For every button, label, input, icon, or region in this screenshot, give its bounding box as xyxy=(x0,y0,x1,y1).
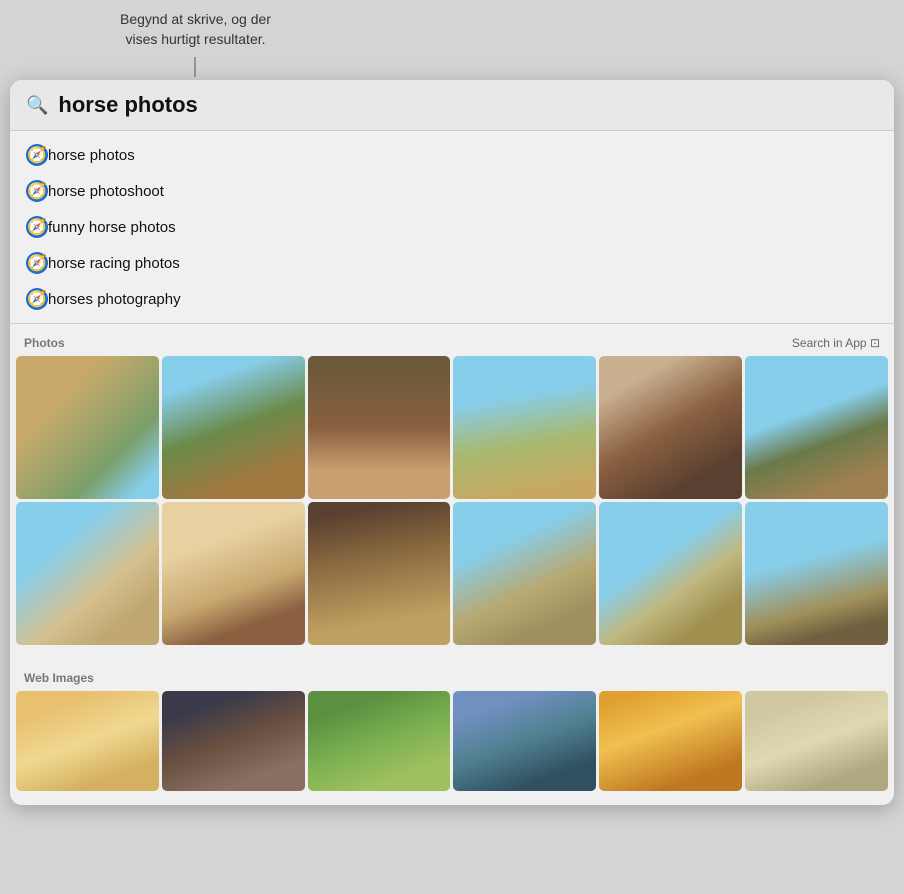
suggestion-text: horse photoshoot xyxy=(48,183,164,200)
web-image-cell[interactable] xyxy=(308,691,451,791)
search-bar: 🔍 horse photos xyxy=(10,80,894,131)
web-images-section: Web Images xyxy=(10,659,894,805)
suggestion-text: horse racing photos xyxy=(48,255,180,272)
photos-grid xyxy=(10,356,894,651)
tooltip-arrow xyxy=(195,57,196,77)
search-in-app-button[interactable]: Search in App ⊡ xyxy=(792,336,880,350)
web-image-cell[interactable] xyxy=(162,691,305,791)
suggestions-list: horse photos horse photoshoot funny hors… xyxy=(10,131,894,324)
photo-cell[interactable] xyxy=(308,502,451,645)
photo-cell[interactable] xyxy=(599,356,742,499)
suggestion-item[interactable]: horse photoshoot xyxy=(10,173,894,209)
photo-cell[interactable] xyxy=(453,502,596,645)
photo-cell[interactable] xyxy=(308,356,451,499)
photo-cell[interactable] xyxy=(599,502,742,645)
suggestion-text: horse photos xyxy=(48,147,135,164)
suggestion-item[interactable]: funny horse photos xyxy=(10,209,894,245)
photo-cell[interactable] xyxy=(745,502,888,645)
photo-cell[interactable] xyxy=(162,502,305,645)
web-images-section-header: Web Images xyxy=(10,667,894,691)
photo-cell[interactable] xyxy=(16,356,159,499)
web-image-cell[interactable] xyxy=(16,691,159,791)
suggestion-item[interactable]: horse racing photos xyxy=(10,245,894,281)
web-image-cell[interactable] xyxy=(745,691,888,791)
photo-cell[interactable] xyxy=(16,502,159,645)
search-panel: 🔍 horse photos horse photos horse photos… xyxy=(10,80,894,805)
photos-section-header: Photos Search in App ⊡ xyxy=(10,332,894,356)
compass-icon xyxy=(26,144,48,166)
web-images-grid xyxy=(10,691,894,797)
photo-cell[interactable] xyxy=(453,356,596,499)
compass-icon xyxy=(26,180,48,202)
suggestion-text: horses photography xyxy=(48,291,181,308)
web-image-cell[interactable] xyxy=(453,691,596,791)
search-query-text[interactable]: horse photos xyxy=(58,92,197,118)
suggestion-item[interactable]: horses photography xyxy=(10,281,894,317)
photo-cell[interactable] xyxy=(162,356,305,499)
web-image-cell[interactable] xyxy=(599,691,742,791)
web-images-section-title: Web Images xyxy=(24,671,94,685)
search-icon: 🔍 xyxy=(26,95,48,116)
suggestion-text: funny horse photos xyxy=(48,219,176,236)
compass-icon xyxy=(26,216,48,238)
photos-section-title: Photos xyxy=(24,336,65,350)
tooltip-line2: vises hurtigt resultater. xyxy=(120,30,271,50)
compass-icon xyxy=(26,252,48,274)
photo-cell[interactable] xyxy=(745,356,888,499)
tooltip: Begynd at skrive, og der vises hurtigt r… xyxy=(120,0,271,59)
compass-icon xyxy=(26,288,48,310)
photos-section: Photos Search in App ⊡ xyxy=(10,324,894,659)
tooltip-line1: Begynd at skrive, og der xyxy=(120,10,271,30)
suggestion-item[interactable]: horse photos xyxy=(10,137,894,173)
